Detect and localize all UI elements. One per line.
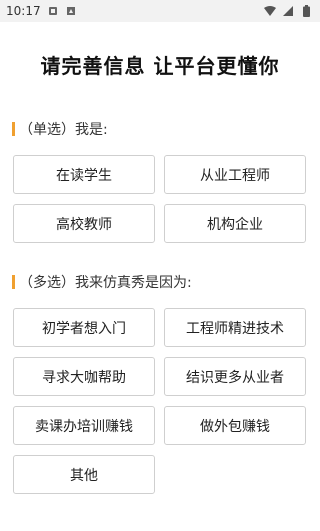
option-engineer[interactable]: 从业工程师 — [164, 155, 306, 194]
option-teacher[interactable]: 高校教师 — [13, 204, 155, 243]
section-multi-label: （多选）我来仿真秀是因为: — [12, 272, 192, 292]
section-accent-bar — [12, 122, 15, 136]
option-student[interactable]: 在读学生 — [13, 155, 155, 194]
section-accent-bar — [12, 275, 15, 289]
option-meet-peers[interactable]: 结识更多从业者 — [164, 357, 306, 396]
app-notification-icon — [65, 5, 77, 17]
option-outsourcing[interactable]: 做外包赚钱 — [164, 406, 306, 445]
status-bar: 10:17 — [0, 0, 320, 22]
signal-icon — [282, 5, 294, 17]
option-beginner[interactable]: 初学者想入门 — [13, 308, 155, 347]
option-enterprise[interactable]: 机构企业 — [164, 204, 306, 243]
section-multi-text: （多选）我来仿真秀是因为: — [19, 275, 192, 291]
option-sell-courses[interactable]: 卖课办培训赚钱 — [13, 406, 155, 445]
wifi-icon — [264, 5, 276, 17]
status-right — [264, 5, 312, 17]
option-other[interactable]: 其他 — [13, 455, 155, 494]
option-seek-expert-help[interactable]: 寻求大咖帮助 — [13, 357, 155, 396]
notification-icon — [47, 5, 59, 17]
section-single-label: （单选）我是: — [12, 119, 108, 139]
section-single-text: （单选）我是: — [19, 122, 108, 138]
battery-icon — [300, 5, 312, 17]
page-title: 请完善信息 让平台更懂你 — [40, 54, 280, 78]
status-left: 10:17 — [6, 4, 77, 18]
option-improve-skills[interactable]: 工程师精进技术 — [164, 308, 306, 347]
status-time: 10:17 — [6, 4, 41, 18]
